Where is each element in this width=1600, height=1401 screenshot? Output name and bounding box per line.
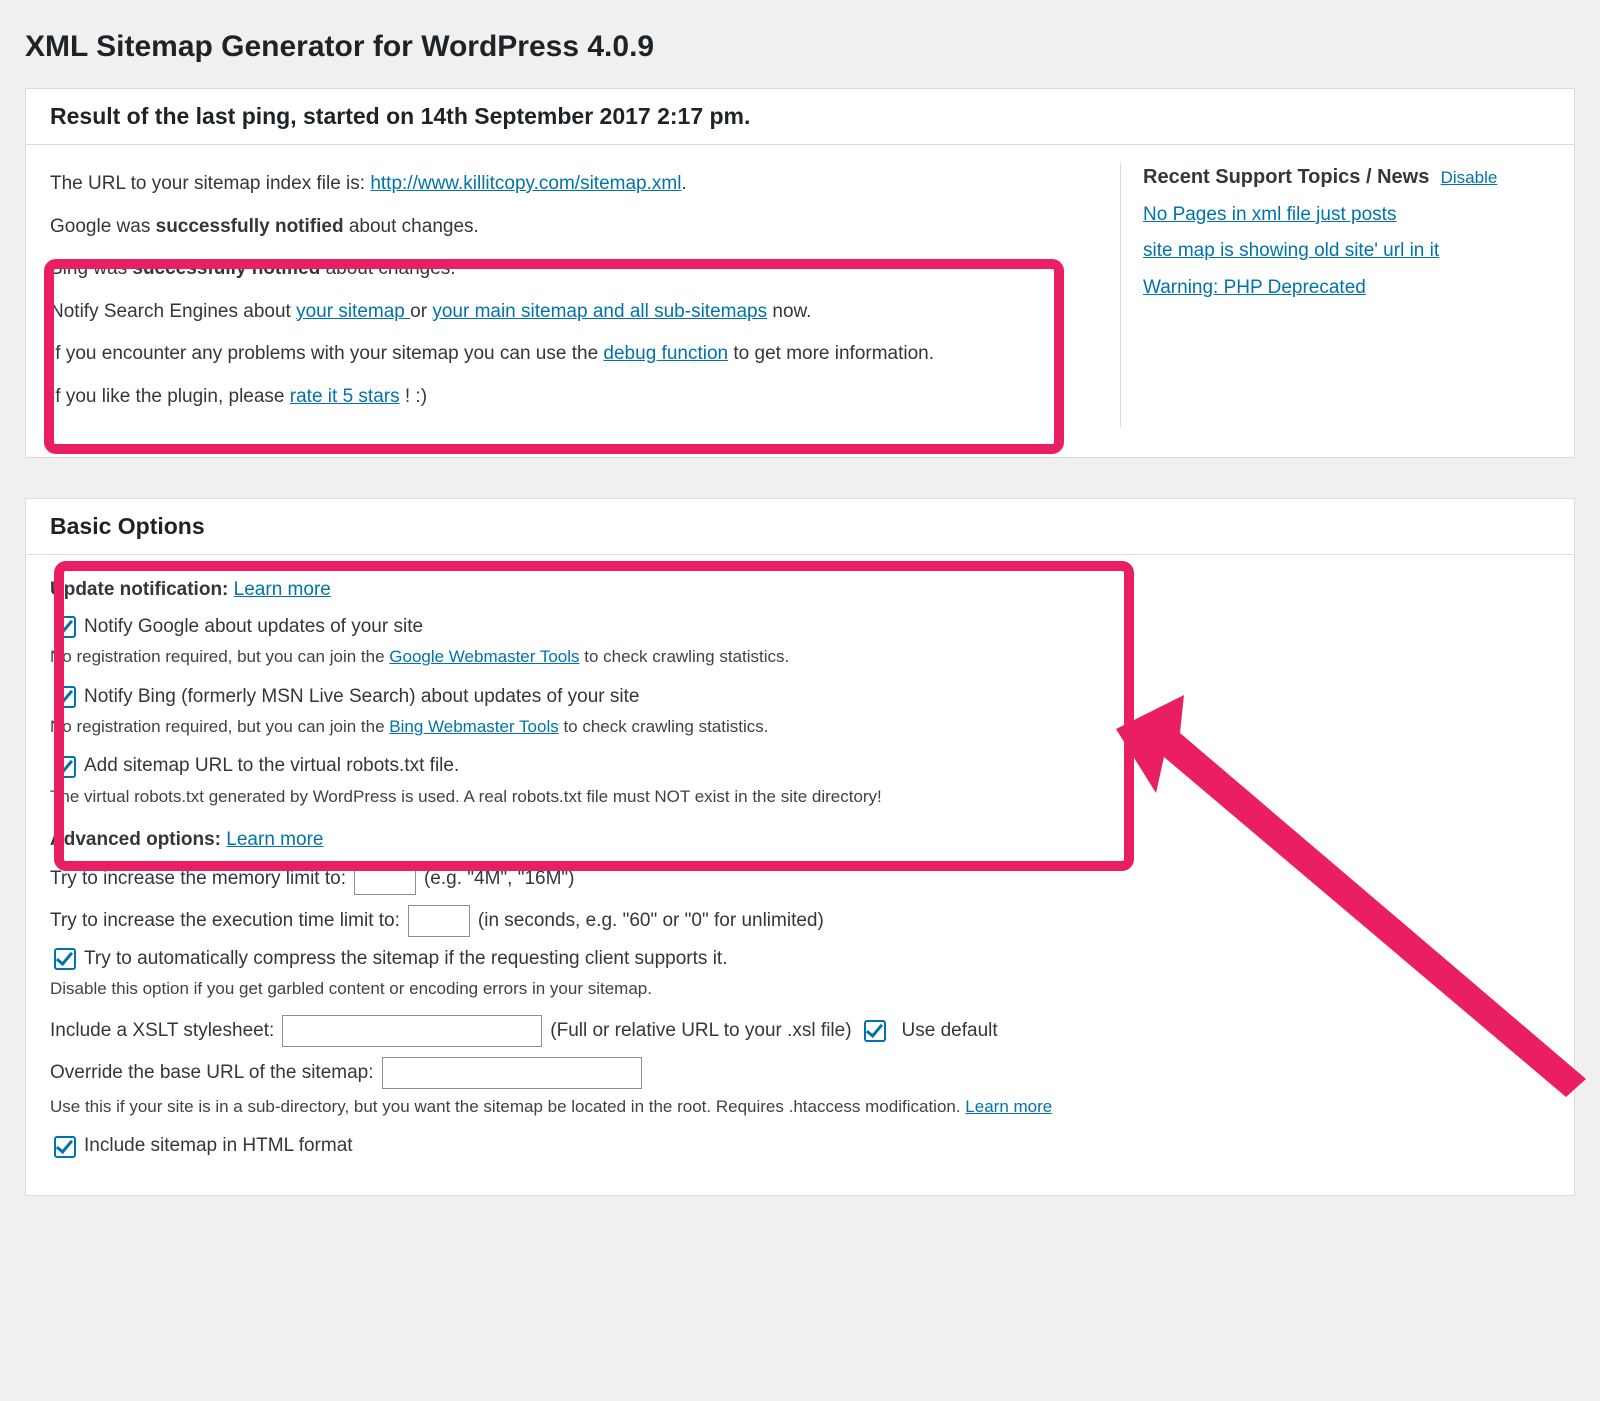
memory-limit-hint: (e.g. "4M", "16M"): [424, 866, 575, 893]
override-url-input[interactable]: [382, 1057, 642, 1089]
xslt-label: Include a XSLT stylesheet:: [50, 1018, 274, 1045]
sitemap-url-link[interactable]: http://www.killitcopy.com/sitemap.xml: [370, 173, 681, 194]
notify-google-label: Notify Google about updates of your site: [84, 614, 423, 641]
notify-sitemap-link[interactable]: your sitemap: [296, 301, 410, 322]
exec-time-input[interactable]: [408, 905, 470, 937]
sitemap-url-label: The URL to your sitemap index file is:: [50, 173, 370, 194]
update-learn-more-link[interactable]: Learn more: [234, 579, 331, 600]
xslt-input[interactable]: [282, 1015, 542, 1047]
override-url-label: Override the base URL of the sitemap:: [50, 1060, 374, 1087]
override-learn-more-link[interactable]: Learn more: [965, 1097, 1052, 1116]
memory-limit-label: Try to increase the memory limit to:: [50, 866, 346, 893]
basic-options-header: Basic Options: [26, 499, 1574, 555]
html-format-label: Include sitemap in HTML format: [84, 1133, 353, 1160]
advanced-learn-more-link[interactable]: Learn more: [226, 829, 323, 850]
compress-desc: Disable this option if you get garbled c…: [50, 977, 1550, 1001]
ping-result-header: Result of the last ping, started on 14th…: [26, 89, 1574, 145]
notify-bing-checkbox[interactable]: [54, 686, 76, 708]
update-notification-heading: Update notification:: [50, 579, 228, 600]
google-status-prefix: Google was: [50, 216, 156, 237]
google-webmaster-link[interactable]: Google Webmaster Tools: [389, 647, 579, 666]
support-news-heading: Recent Support Topics / News: [1143, 166, 1429, 188]
xslt-default-checkbox[interactable]: [864, 1020, 886, 1042]
notify-google-checkbox[interactable]: [54, 616, 76, 638]
memory-limit-input[interactable]: [354, 863, 416, 895]
compress-label: Try to automatically compress the sitema…: [84, 946, 727, 973]
support-topic-link[interactable]: Warning: PHP Deprecated: [1143, 275, 1546, 302]
bing-status-prefix: Bing was: [50, 258, 132, 279]
exec-time-label: Try to increase the execution time limit…: [50, 908, 400, 935]
support-topic-link[interactable]: site map is showing old site' url in it: [1143, 238, 1546, 265]
support-topic-link[interactable]: No Pages in xml file just posts: [1143, 202, 1546, 229]
xslt-default-label: Use default: [902, 1018, 998, 1045]
exec-time-hint: (in seconds, e.g. "60" or "0" for unlimi…: [478, 908, 824, 935]
notify-all-sitemaps-link[interactable]: your main sitemap and all sub-sitemaps: [432, 301, 767, 322]
rate-plugin-link[interactable]: rate it 5 stars: [290, 386, 400, 407]
compress-checkbox[interactable]: [54, 948, 76, 970]
xslt-hint: (Full or relative URL to your .xsl file): [550, 1018, 851, 1045]
robots-txt-desc: The virtual robots.txt generated by Word…: [50, 785, 1550, 809]
debug-function-link[interactable]: debug function: [603, 343, 728, 364]
page-title: XML Sitemap Generator for WordPress 4.0.…: [25, 30, 1575, 64]
google-status-bold: successfully notified: [156, 216, 344, 237]
bing-webmaster-link[interactable]: Bing Webmaster Tools: [389, 717, 558, 736]
robots-txt-label: Add sitemap URL to the virtual robots.tx…: [84, 753, 459, 780]
robots-txt-checkbox[interactable]: [54, 756, 76, 778]
bing-status-bold: successfully notified: [132, 258, 320, 279]
html-format-checkbox[interactable]: [54, 1136, 76, 1158]
notify-bing-label: Notify Bing (formerly MSN Live Search) a…: [84, 684, 639, 711]
advanced-options-heading: Advanced options:: [50, 829, 221, 850]
disable-news-link[interactable]: Disable: [1441, 168, 1498, 187]
